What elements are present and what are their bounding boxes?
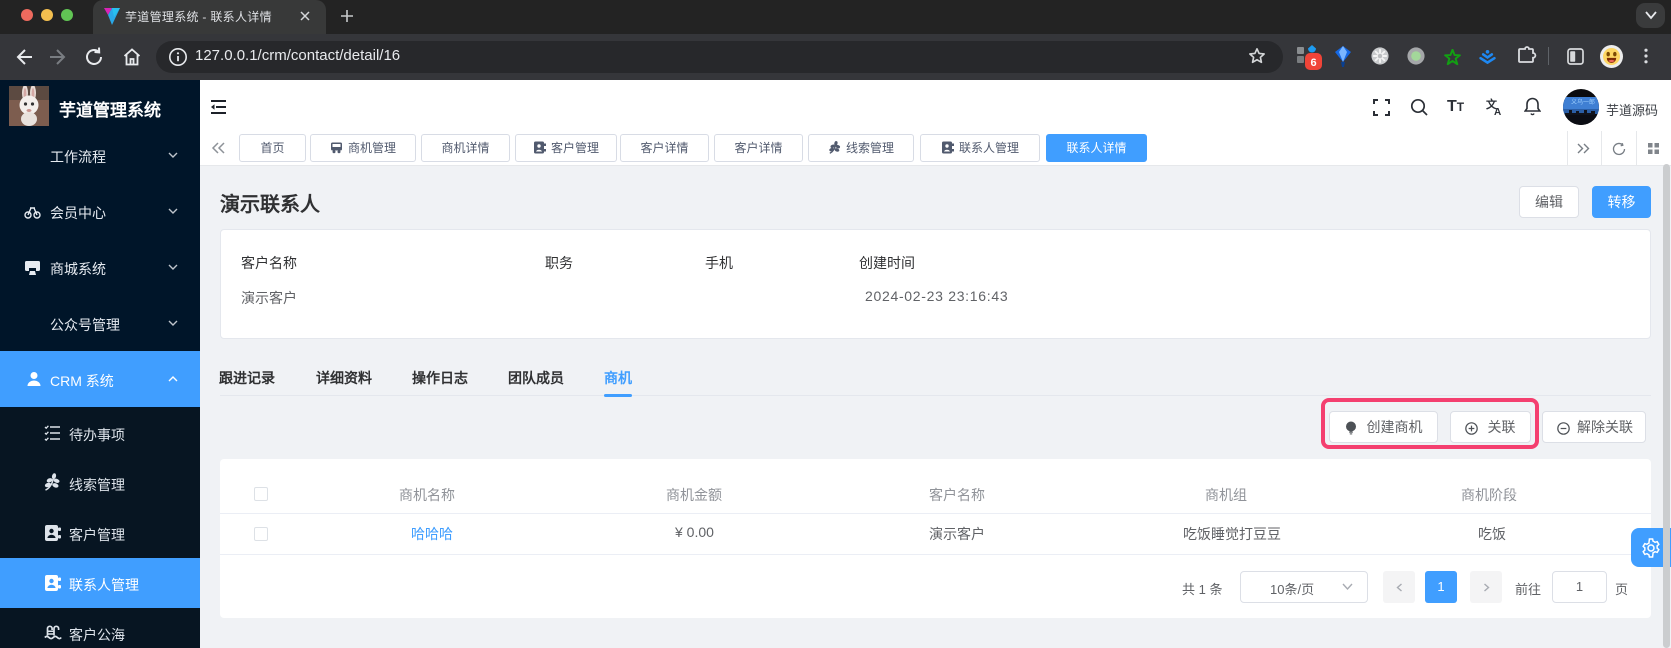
svg-text:义乌一郎: 义乌一郎 xyxy=(1571,98,1595,106)
svg-text:A: A xyxy=(1494,107,1501,116)
svg-text:6: 6 xyxy=(1310,57,1316,69)
